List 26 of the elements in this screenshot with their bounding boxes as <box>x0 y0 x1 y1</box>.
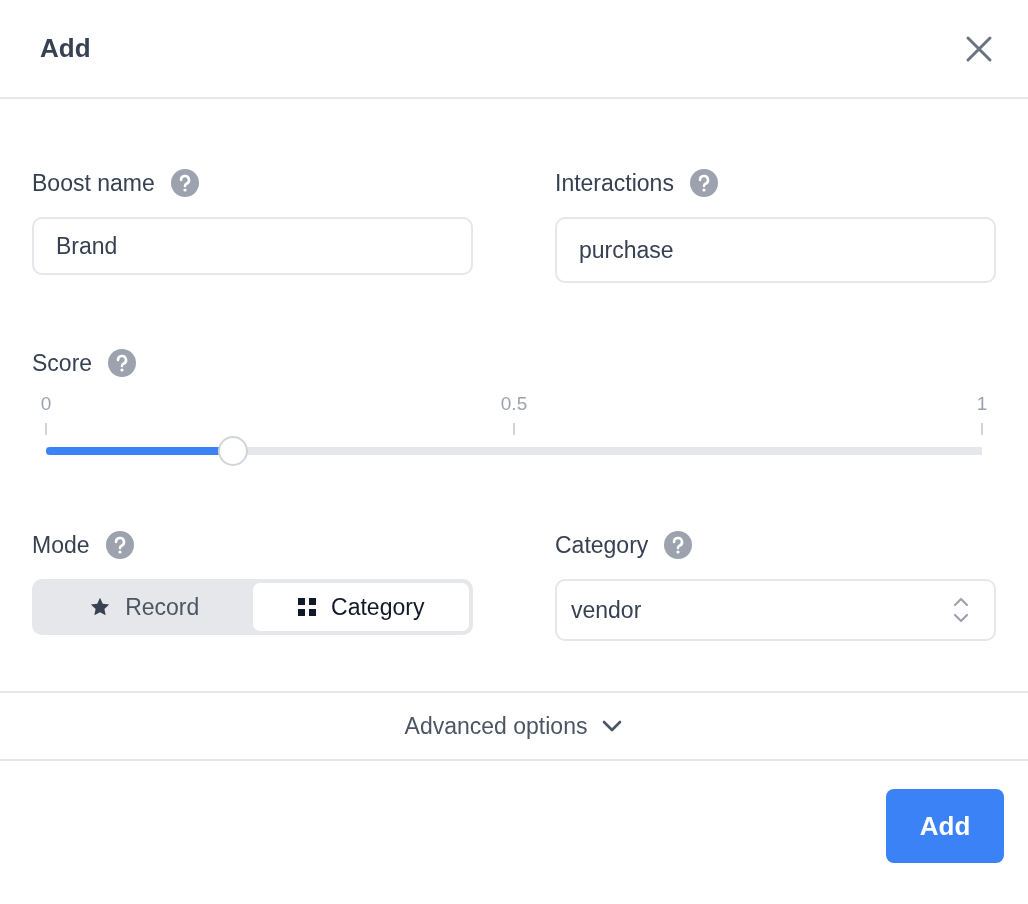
field-label: Score <box>32 349 93 377</box>
text-field[interactable]: Brand <box>32 217 473 275</box>
dialog-title: Add <box>40 33 91 64</box>
mode-option[interactable]: Record <box>36 583 253 631</box>
help-icon[interactable] <box>170 169 199 197</box>
tick-label: 0 <box>40 393 52 415</box>
category-select[interactable]: vendor <box>555 579 996 641</box>
help-icon[interactable] <box>108 349 137 377</box>
add-button[interactable]: Add <box>886 789 1004 863</box>
chevron-down-icon <box>601 719 624 733</box>
tick-label: 0.5 <box>500 393 528 415</box>
slider-thumb[interactable] <box>218 436 249 466</box>
field-label: Mode <box>32 531 90 559</box>
tick-label: 1 <box>976 393 988 415</box>
text-field[interactable]: purchase <box>555 217 996 283</box>
help-icon[interactable] <box>664 531 693 559</box>
field-label: Category <box>555 531 649 559</box>
advanced-options-toggle[interactable]: Advanced options <box>404 712 624 740</box>
updown-chevron-icon <box>952 595 970 625</box>
help-icon[interactable] <box>105 531 134 559</box>
grid-icon <box>297 597 318 617</box>
star-icon <box>89 596 112 618</box>
field-label: Interactions <box>555 169 674 197</box>
field-label: Boost name <box>32 169 155 197</box>
help-icon[interactable] <box>689 169 718 197</box>
mode-option[interactable]: Category <box>252 583 469 631</box>
